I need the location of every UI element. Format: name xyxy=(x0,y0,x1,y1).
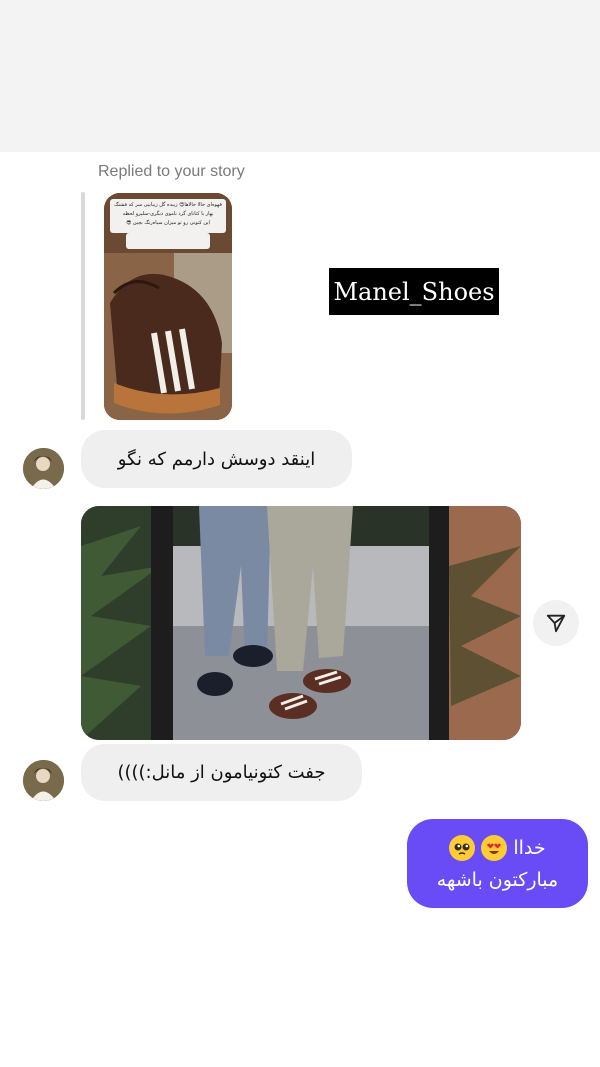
avatar-image xyxy=(23,448,64,489)
story-overlay-line: قهوه‌ای خالا خالاها😍 زیبده گل زیباییی سر… xyxy=(114,202,222,208)
avatar-image xyxy=(23,760,64,801)
avatar[interactable] xyxy=(23,448,64,489)
story-overlay-line: بهار با کتانای گرد ناموی دیگری-سلپرو لحظ… xyxy=(122,211,214,217)
message-text: اینقد دوسش دارمم که نگو xyxy=(117,448,316,470)
incoming-message-bubble[interactable]: اینقد دوسش دارمم که نگو xyxy=(81,430,352,488)
story-overlay-line: این کتونی رو تو میزان سیاه‌رنگ بچین 😎 xyxy=(126,220,210,226)
photo-message[interactable] xyxy=(81,506,521,740)
reply-indicator-bar xyxy=(81,192,85,420)
share-arrow-icon xyxy=(546,614,566,633)
message-text: جفت کتونیامون از مانل:)))) xyxy=(117,762,326,783)
avatar[interactable] xyxy=(23,760,64,801)
replied-to-story-label: Replied to your story xyxy=(98,163,245,180)
outgoing-message-bubble[interactable]: خداا مبارکتون باشهه xyxy=(407,819,588,908)
incoming-message-bubble[interactable]: جفت کتونیامون از مانل:)))) xyxy=(81,744,362,801)
share-button[interactable] xyxy=(533,600,579,646)
heart-eyes-emoji-icon xyxy=(481,834,508,861)
outgoing-message-line1: خداا xyxy=(449,832,546,864)
outgoing-message-line2: مبارکتون باشهه xyxy=(436,868,559,891)
watermark-label: Manel_Shoes xyxy=(329,268,499,315)
story-overlay-text: قهوه‌ای خالا خالاها😍 زیبده گل زیباییی سر… xyxy=(112,201,224,231)
story-thumbnail[interactable]: قهوه‌ای خالا خالاها😍 زیبده گل زیباییی سر… xyxy=(104,193,232,420)
top-band xyxy=(0,0,600,152)
photo-image xyxy=(81,506,521,740)
message-text: خداا xyxy=(513,836,546,859)
pleading-face-emoji-icon xyxy=(449,834,476,861)
